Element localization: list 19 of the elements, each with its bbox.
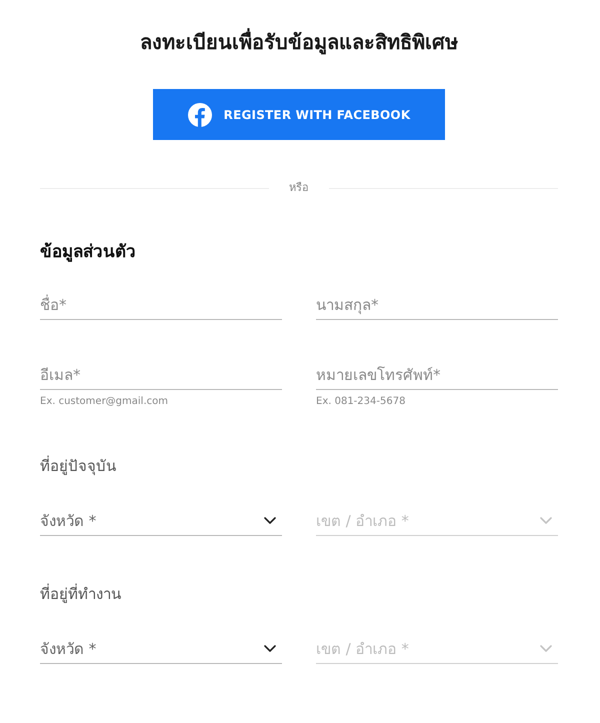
chevron-down-icon (264, 517, 276, 524)
section-heading: ข้อมูลส่วนตัว (40, 241, 136, 264)
section-heading: ที่อยู่ปัจจุบัน (40, 454, 116, 478)
hint-text: Ex. 081-234-5678 (316, 395, 406, 408)
section-heading: ที่อยู่ที่ทำงาน (40, 582, 121, 605)
input-field[interactable]: นามสกุล* (316, 290, 558, 320)
page-title: ลงทะเบียนเพื่อรับข้อมูลและสิทธิพิเศษ (140, 27, 458, 56)
separator-text: หรือ (289, 180, 309, 196)
facebook-register-button[interactable]: REGISTER WITH FACEBOOK (153, 89, 445, 140)
hint-text: Ex. customer@gmail.com (40, 395, 168, 408)
input-field[interactable]: หมายเลขโทรศัพท์* (316, 360, 558, 390)
dropdown-field[interactable]: จังหวัด * (40, 634, 282, 664)
input-field[interactable]: ชื่อ* (40, 290, 282, 320)
input-field[interactable]: อีเมล* (40, 360, 282, 390)
chevron-down-icon (264, 645, 276, 652)
dropdown-field[interactable]: จังหวัด * (40, 506, 282, 536)
facebook-icon (188, 102, 212, 126)
chevron-down-icon (540, 517, 552, 524)
chevron-down-icon (540, 645, 552, 652)
